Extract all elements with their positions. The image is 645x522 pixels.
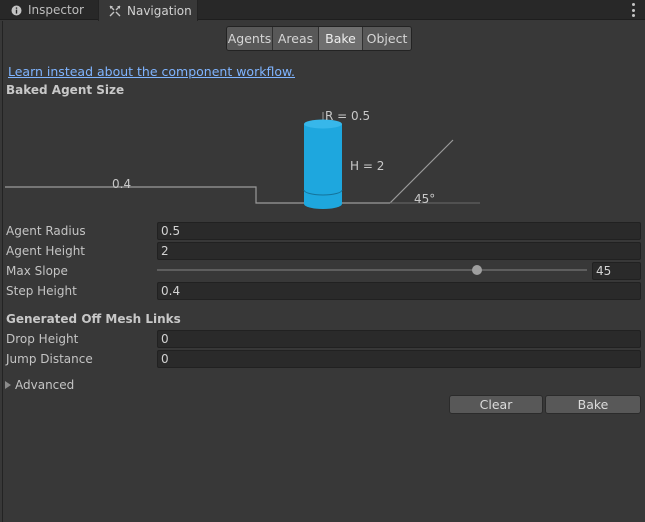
max-slope-slider-track[interactable] xyxy=(157,269,587,271)
drop-height-label: Drop Height xyxy=(6,332,79,346)
max-slope-label: Max Slope xyxy=(6,264,68,278)
tab-navigation-label: Navigation xyxy=(127,3,192,18)
baked-agent-size-title: Baked Agent Size xyxy=(6,83,125,97)
clear-button[interactable]: Clear xyxy=(449,395,543,414)
tab-object[interactable]: Object xyxy=(363,27,411,50)
advanced-label: Advanced xyxy=(15,378,75,392)
agent-cylinder-bottom xyxy=(304,199,342,209)
tab-agents[interactable]: Agents xyxy=(227,27,273,50)
max-slope-field[interactable]: 45 xyxy=(592,262,641,280)
tab-inspector[interactable]: Inspector xyxy=(0,0,96,20)
navigation-mode-tabs: Agents Areas Bake Object xyxy=(226,26,412,51)
tab-inspector-label: Inspector xyxy=(28,3,84,17)
component-workflow-link[interactable]: Learn instead about the component workfl… xyxy=(8,64,295,79)
step-height-field[interactable]: 0.4 xyxy=(157,282,641,300)
bake-button[interactable]: Bake xyxy=(545,395,641,414)
tab-areas[interactable]: Areas xyxy=(273,27,319,50)
step-height-label: 0.4 xyxy=(112,177,131,191)
window-tab-bar: Inspector Navigation xyxy=(0,0,645,21)
agent-size-diagram: R = 0.5 H = 2 0.4 45° xyxy=(5,109,480,209)
tab-navigation[interactable]: Navigation xyxy=(98,0,198,21)
navigation-icon xyxy=(109,5,121,17)
ground-profile xyxy=(5,139,454,204)
radius-label: R = 0.5 xyxy=(325,109,370,123)
jump-distance-label: Jump Distance xyxy=(6,352,93,366)
tab-bake[interactable]: Bake xyxy=(319,27,363,50)
agent-height-field[interactable]: 2 xyxy=(157,242,641,260)
off-mesh-links-title: Generated Off Mesh Links xyxy=(6,312,181,326)
agent-radius-label: Agent Radius xyxy=(6,224,86,238)
slope-label: 45° xyxy=(414,192,435,206)
advanced-foldout[interactable]: Advanced xyxy=(5,378,74,392)
drop-height-field[interactable]: 0 xyxy=(157,330,641,348)
agent-radius-field[interactable]: 0.5 xyxy=(157,222,641,240)
chevron-right-icon xyxy=(5,381,11,389)
more-options-icon[interactable] xyxy=(631,3,635,17)
agent-cylinder-body xyxy=(304,124,342,204)
info-icon xyxy=(10,4,22,16)
height-label: H = 2 xyxy=(350,159,384,173)
step-height-label-row: Step Height xyxy=(6,284,77,298)
jump-distance-field[interactable]: 0 xyxy=(157,350,641,368)
agent-height-label: Agent Height xyxy=(6,244,86,258)
